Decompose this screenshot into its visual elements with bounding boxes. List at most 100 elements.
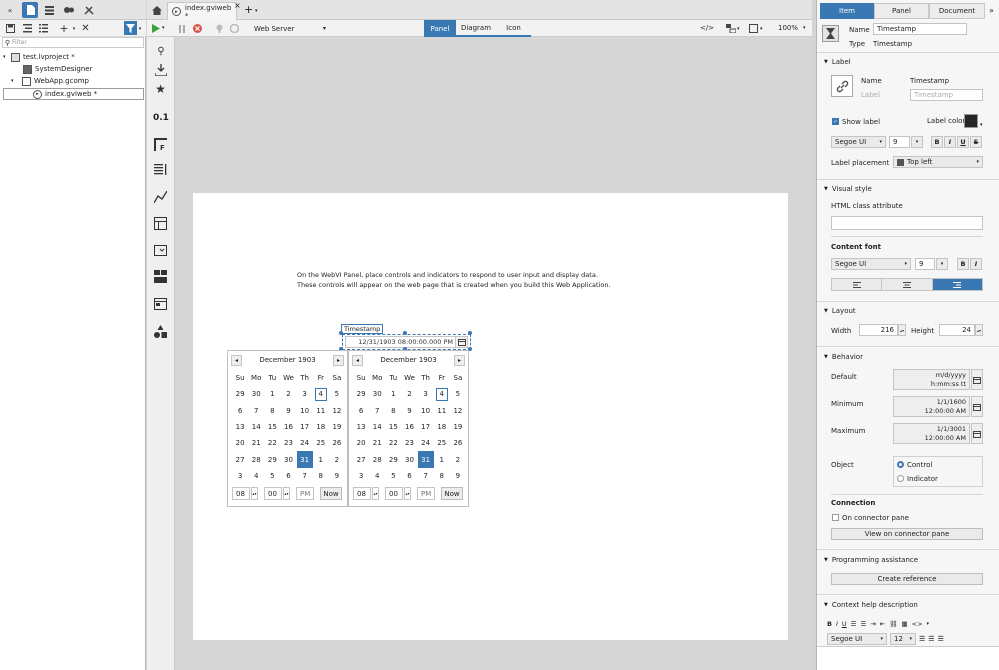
minimum-field[interactable]: 1/1/1600 12:00:00 AM [893,396,970,417]
calendar-day[interactable]: 17 [418,419,434,435]
distribute-icon[interactable] [748,23,759,34]
ampm-field[interactable]: PM [417,487,435,500]
control-radio[interactable] [897,461,904,468]
calendar-day[interactable]: 10 [418,403,434,419]
boolean-palette-icon[interactable]: F [153,137,168,152]
help-align-right-icon[interactable]: ☰ [938,635,944,643]
calendar-day[interactable]: 22 [264,435,280,451]
new-tab-icon[interactable]: + [244,3,253,16]
tab-panel-props[interactable]: Panel [874,3,929,19]
run-icon[interactable] [151,23,161,34]
collapse-icon[interactable]: « [4,4,16,16]
calendar-day[interactable]: 7 [248,403,264,419]
calendar-day[interactable]: 25 [434,435,450,451]
html-class-field[interactable] [831,216,983,230]
more-chevron-icon[interactable]: ▾ [927,621,930,627]
tab-item[interactable]: Item [820,3,874,19]
default-format-field[interactable]: m/d/yyyy h:mm:ss tt [893,369,970,390]
search-icon[interactable]: ⚲ [154,45,168,57]
strikethrough-icon[interactable]: S [970,136,982,148]
favorites-star-icon[interactable]: ★ [153,81,168,96]
list-outline-icon[interactable] [38,23,49,34]
bold-icon[interactable]: B [931,136,943,148]
calendar-day[interactable]: 2 [450,451,466,467]
timestamp-label[interactable]: Timestamp [341,324,384,334]
expand-icon[interactable]: ▾ [11,78,22,84]
abort-icon[interactable] [192,23,203,34]
tree-item-project[interactable]: ▾ test.lvproject * [3,51,75,63]
table-icon[interactable]: ▦ [901,620,907,628]
create-reference-button[interactable]: Create reference [831,573,983,585]
hour-field[interactable]: 08 [232,487,250,500]
calendar-day[interactable]: 13 [353,419,369,435]
files-tab-icon[interactable] [22,2,38,18]
calendar-day[interactable]: 5 [329,386,345,402]
collapse-panel-icon[interactable]: » [989,6,994,15]
calendar-day[interactable]: 26 [450,435,466,451]
calendar-day[interactable]: 18 [313,419,329,435]
calendar-day[interactable]: 7 [369,403,385,419]
calendar-day[interactable]: 8 [434,468,450,484]
calendar-day[interactable]: 6 [353,403,369,419]
calendar-day[interactable]: 19 [450,419,466,435]
minute-field[interactable]: 00 [264,487,282,500]
expand-icon[interactable]: ▾ [3,54,11,60]
code-icon[interactable]: <> [912,620,923,628]
calendar-day[interactable]: 7 [418,468,434,484]
calendar-day[interactable]: 30 [280,451,296,467]
calendar-day[interactable]: 30 [248,386,264,402]
retain-values-icon[interactable] [229,23,240,34]
calendar-day[interactable]: 16 [401,419,417,435]
help-underline-icon[interactable]: U [842,620,847,628]
filter-icon[interactable] [124,21,137,35]
hour-field[interactable]: 08 [353,487,371,500]
calendar-day[interactable]: 27 [353,451,369,467]
timestamp-value[interactable]: 12/31/1903 08:00:00.000 PM [345,336,455,348]
help-text-editor[interactable] [817,646,999,670]
calendar-day[interactable]: 28 [248,451,264,467]
help-italic-icon[interactable]: I [836,620,838,628]
tree-item-webvi[interactable]: ▸ index.gviweb * [3,88,144,100]
string-palette-icon[interactable] [153,162,168,177]
calendar-day[interactable]: 27 [232,451,248,467]
calendar-day[interactable]: 8 [313,468,329,484]
calendar-day[interactable]: 22 [385,435,401,451]
hour-stepper[interactable]: ▴▾ [251,487,258,500]
resize-handle[interactable] [339,331,343,335]
calendar-day[interactable]: 3 [232,468,248,484]
calendar-day[interactable]: 7 [297,468,313,484]
calendar-icon[interactable] [971,423,983,444]
content-font-select[interactable]: Segoe UI ▾ [831,258,911,270]
tree-item-component[interactable]: ▾ WebApp.gcomp [11,75,89,87]
download-icon[interactable] [153,63,168,77]
align-center-icon[interactable] [882,279,933,290]
underline-icon[interactable]: U [957,136,969,148]
calendar-day[interactable]: 24 [297,435,313,451]
calendar-day[interactable]: 12 [329,403,345,419]
array-palette-icon[interactable] [153,216,168,231]
calendar-icon[interactable] [455,336,468,348]
calendar-day[interactable]: 20 [353,435,369,451]
webvi-panel[interactable]: On the WebVI Panel, place controls and i… [193,193,788,640]
list-indent-icon[interactable] [22,23,33,34]
calendar-day[interactable]: 18 [434,419,450,435]
ampm-field[interactable]: PM [296,487,314,500]
italic-icon[interactable]: I [944,136,956,148]
tab-document[interactable]: Document [929,3,985,19]
section-layout[interactable]: ▼ Layout [824,307,856,315]
color-chevron-icon[interactable]: ▾ [980,122,983,128]
tools-icon[interactable] [82,3,96,17]
list-view-icon[interactable] [42,3,56,17]
label-color-swatch[interactable] [964,114,978,128]
calendar-day[interactable]: 4 [369,468,385,484]
calendar-day[interactable]: 11 [434,403,450,419]
label-text-field[interactable]: Timestamp [910,89,983,101]
graph-palette-icon[interactable] [153,189,168,204]
calendar-day[interactable]: 29 [264,451,280,467]
calendar-day[interactable]: 21 [248,435,264,451]
calendar-day[interactable]: 20 [232,435,248,451]
calendar-icon[interactable] [971,369,983,390]
calendar-day[interactable]: 1 [434,451,450,467]
help-bold-icon[interactable]: B [827,620,832,628]
calendar-day[interactable]: 5 [264,468,280,484]
